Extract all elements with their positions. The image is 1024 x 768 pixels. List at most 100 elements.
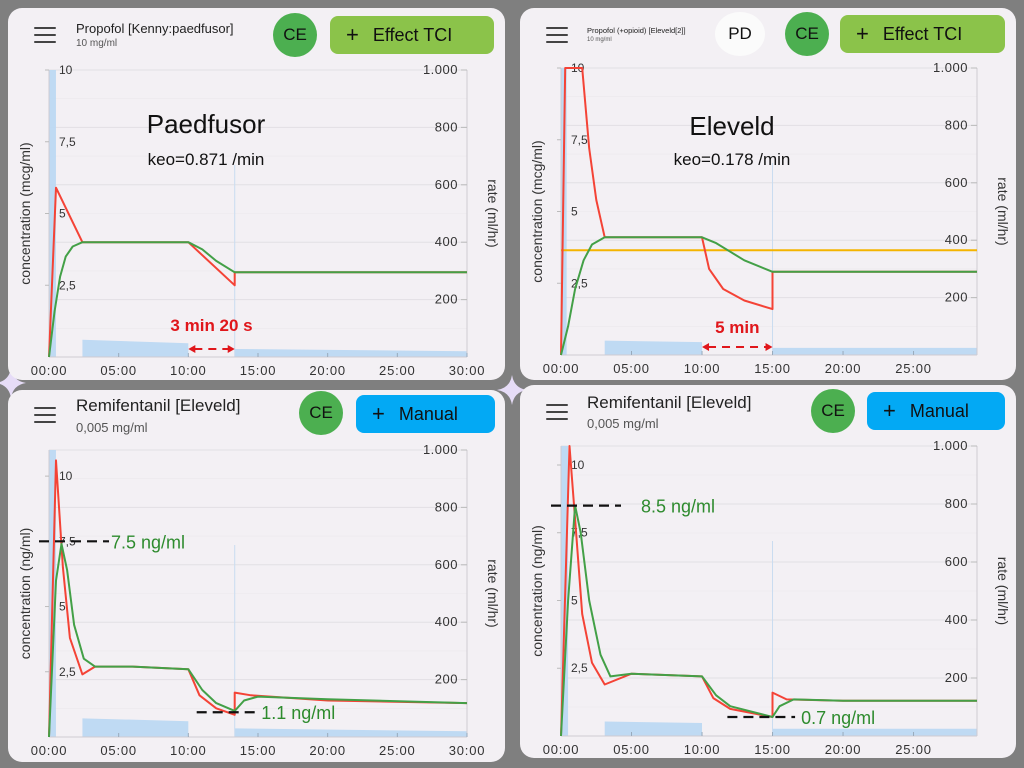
x-tick-label: 00:00 [31, 363, 68, 378]
infusion-rate-bar [234, 728, 467, 737]
x-tick-label: 15:00 [240, 363, 277, 378]
chart-subtitle: keo=0.178 /min [674, 150, 791, 169]
y-tick-label: 10 [571, 458, 585, 472]
drug-panel-propofol-paedfusor: Propofol [Kenny:paedfusor] 10 mg/ml CE +… [8, 8, 505, 380]
y-tick-label: 2,5 [571, 276, 588, 290]
x-tick-label: 00:00 [543, 361, 580, 376]
x-tick-label: 05:00 [100, 743, 137, 758]
x-tick-label: 10:00 [684, 361, 721, 376]
y-tick-label: 5 [571, 593, 578, 607]
y2-tick-label: 800 [945, 496, 968, 511]
x-tick-label: 05:00 [613, 742, 650, 757]
y2-tick-label: 200 [435, 672, 458, 687]
infusion-rate-bar [82, 339, 189, 357]
chart-subtitle: keo=0.871 /min [148, 150, 265, 169]
duration-annotation: 3 min 20 s [170, 316, 252, 335]
x-tick-label: 15:00 [240, 743, 277, 758]
drug-panel-remifentanil-right: Remifentanil [Eleveld] 0,005 mg/ml CE + … [520, 385, 1016, 758]
y-tick-label: 5 [59, 600, 66, 614]
y-tick-label: 2,5 [59, 665, 76, 679]
y2-tick-label: 800 [945, 117, 968, 132]
x-tick-label: 05:00 [613, 361, 650, 376]
arrow-left-icon [702, 343, 710, 351]
infusion-rate-bar [772, 347, 977, 355]
reference-value-label: 7.5 ng/ml [111, 532, 185, 552]
chart-propofol-paedfusor: 2,5 5 7,5 10 200 400 600 800 1.000 00:00 05:00 10:0… [17, 62, 501, 378]
y-tick-label: 2,5 [571, 661, 588, 675]
x-tick-label: 15:00 [754, 361, 791, 376]
x-tick-label: 00:00 [543, 742, 580, 757]
y-tick-label: 2,5 [59, 278, 76, 292]
y-axis-label: concentration (ng/ml) [17, 528, 33, 660]
effect-site-concentration-line [560, 236, 977, 356]
x-tick-label: 25:00 [895, 361, 932, 376]
x-tick-label: 30:00 [449, 363, 486, 378]
y2-tick-label: 800 [435, 119, 458, 134]
y-axis-label: concentration (mcg/ml) [17, 142, 33, 284]
y2-tick-label: 400 [945, 612, 968, 627]
infusion-rate-bar [604, 340, 703, 355]
y2-tick-label: 1.000 [933, 438, 968, 453]
y2-tick-label: 200 [945, 670, 968, 685]
y2-tick-label: 600 [945, 175, 968, 190]
x-tick-label: 20:00 [309, 743, 346, 758]
reference-value-label: 0.7 ng/ml [801, 708, 875, 728]
chart-remifentanil-left: 2,557,5102004006008001.00000:00 05:00 10:0… [17, 442, 501, 758]
reference-value-label: 1.1 ng/ml [261, 703, 335, 723]
drug-panel-remifentanil-left: Remifentanil [Eleveld] 0,005 mg/ml CE + … [8, 390, 505, 762]
effect-site-concentration-line [560, 504, 977, 737]
y2-axis-label: rate (ml/hr) [995, 177, 1011, 245]
x-tick-label: 25:00 [895, 742, 932, 757]
y-tick-label: 10 [59, 469, 73, 483]
x-tick-label: 20:00 [825, 742, 862, 757]
y2-tick-label: 200 [435, 292, 458, 307]
x-tick-label: 10:00 [170, 363, 207, 378]
infusion-rate-bar [604, 721, 703, 736]
x-tick-label: 20:00 [309, 363, 346, 378]
chart-remifentanil-right: 2,557,5102004006008001.00000:00 05:00 10:0… [529, 438, 1011, 757]
x-tick-label: 10:00 [684, 742, 721, 757]
y-axis-label: concentration (mcg/ml) [529, 140, 545, 282]
y2-tick-label: 600 [435, 557, 458, 572]
infusion-rate-bar [234, 348, 467, 357]
y2-tick-label: 400 [945, 232, 968, 247]
infusion-rate-bar [772, 728, 977, 736]
arrow-left-icon [188, 345, 196, 353]
drug-panel-propofol-eleveld: Propofol (+opioid) [Eleveld[2]] 10 mg/ml… [520, 8, 1016, 380]
y-tick-label: 5 [59, 207, 66, 221]
arrow-right-icon [227, 345, 235, 353]
x-tick-label: 15:00 [754, 742, 791, 757]
y2-tick-label: 1.000 [933, 60, 968, 75]
x-tick-label: 00:00 [31, 743, 68, 758]
y2-tick-label: 1.000 [423, 442, 458, 457]
x-tick-label: 20:00 [825, 361, 862, 376]
y2-tick-label: 200 [945, 290, 968, 305]
chart-title: Paedfusor [147, 109, 266, 139]
y2-tick-label: 400 [435, 234, 458, 249]
y2-tick-label: 1.000 [423, 62, 458, 77]
y-tick-label: 10 [59, 63, 73, 77]
x-tick-label: 10:00 [170, 743, 207, 758]
y-axis-label: concentration (ng/ml) [529, 525, 545, 657]
y-tick-label: 7,5 [571, 133, 588, 147]
y2-tick-label: 800 [435, 499, 458, 514]
y-tick-label: 7,5 [59, 135, 76, 149]
y-tick-label: 5 [571, 205, 578, 219]
x-tick-label: 30:00 [449, 743, 486, 758]
y2-axis-label: rate (ml/hr) [995, 557, 1011, 625]
y2-tick-label: 400 [435, 614, 458, 629]
arrow-right-icon [765, 343, 773, 351]
chart-propofol-eleveld: 2,557,5102004006008001.00000:00 05:00 10:0… [529, 60, 1011, 376]
plasma-concentration-line [48, 459, 468, 738]
x-tick-label: 25:00 [379, 743, 416, 758]
infusion-rate-bar [82, 718, 189, 737]
y2-tick-label: 600 [945, 554, 968, 569]
y2-axis-label: rate (ml/hr) [485, 179, 501, 247]
y2-tick-label: 600 [435, 177, 458, 192]
x-tick-label: 05:00 [100, 363, 137, 378]
duration-annotation: 5 min [715, 318, 759, 337]
x-tick-label: 25:00 [379, 363, 416, 378]
y2-axis-label: rate (ml/hr) [485, 559, 501, 627]
chart-title: Eleveld [689, 111, 774, 141]
reference-value-label: 8.5 ng/ml [641, 497, 715, 517]
